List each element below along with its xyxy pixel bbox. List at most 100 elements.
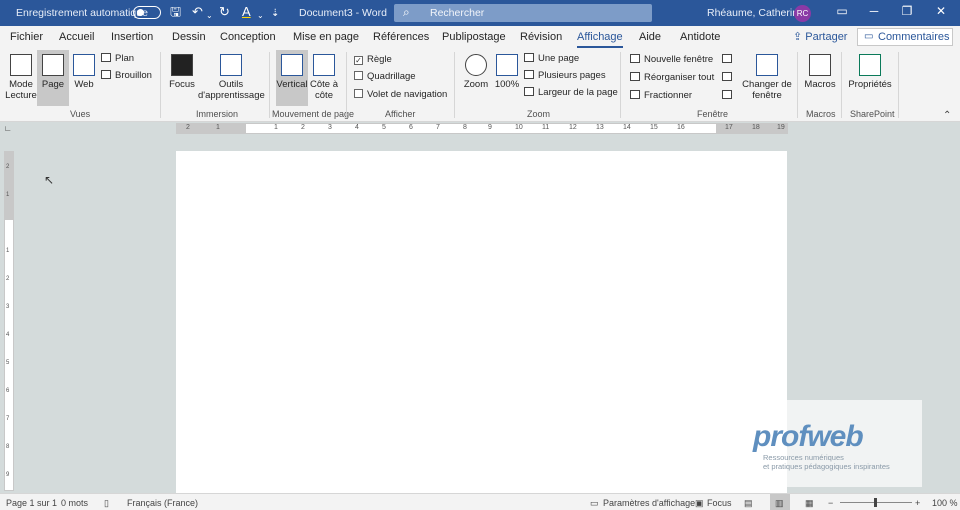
reset-window-icon[interactable] — [722, 90, 736, 101]
comments-button[interactable]: ▭ Commentaires — [857, 28, 953, 46]
regle-checkbox[interactable]: ✓ Règle — [354, 54, 392, 65]
restore-icon[interactable]: ❐ — [897, 4, 917, 18]
redo-icon[interactable]: ↻ — [219, 5, 230, 19]
tab-affichage[interactable]: Affichage — [577, 31, 623, 48]
ruler-tick: 2 — [301, 124, 305, 131]
tab-fichier[interactable]: Fichier — [10, 31, 43, 43]
word-count[interactable]: 0 mots — [61, 498, 88, 508]
horizontal-ruler[interactable]: 2 1 1 2 3 4 5 6 7 8 9 10 11 12 13 14 15 … — [176, 123, 788, 134]
tab-references[interactable]: Références — [373, 31, 429, 43]
vertical-ruler[interactable]: 2 1 1 2 3 4 5 6 7 8 9 — [4, 151, 14, 491]
plan-button[interactable]: Plan — [101, 53, 134, 64]
zoom-in-button[interactable]: + — [915, 498, 920, 508]
brouillon-button[interactable]: Brouillon — [101, 70, 152, 81]
undo-icon[interactable]: ↶ — [192, 5, 203, 19]
une-page-button[interactable]: Une page — [524, 53, 579, 64]
split-icon — [630, 90, 640, 99]
close-icon[interactable]: ✕ — [931, 4, 951, 18]
display-settings-button[interactable]: Paramètres d'affichage — [603, 498, 695, 508]
regle-label: Règle — [367, 54, 392, 65]
tab-antidote[interactable]: Antidote — [680, 31, 720, 43]
font-color-dropdown-icon[interactable]: ⌄ — [257, 9, 264, 23]
largeur-label: Largeur de la page — [538, 87, 618, 98]
volet-navigation-checkbox[interactable]: Volet de navigation — [354, 89, 447, 100]
ribbon: Mode Lecture Page Web Plan Brouillon Vue… — [0, 48, 960, 122]
ruler-tick: 2 — [6, 276, 10, 282]
save-icon[interactable]: 🖫 — [170, 5, 181, 19]
font-color-icon[interactable]: A — [242, 5, 251, 19]
web-layout-icon[interactable]: ▦ — [805, 498, 814, 509]
group-separator — [898, 52, 899, 118]
zoom-button[interactable]: Zoom — [461, 50, 491, 90]
quadrillage-label: Quadrillage — [367, 71, 416, 82]
changer-fenetre-button[interactable]: Changer de fenêtre — [742, 50, 792, 101]
tab-mise-en-page[interactable]: Mise en page — [293, 31, 359, 43]
tab-revision[interactable]: Révision — [520, 31, 562, 43]
page-icon — [42, 54, 64, 76]
tab-publipostage[interactable]: Publipostage — [442, 31, 506, 43]
arrange-all-icon — [630, 72, 640, 81]
ruler-tick: 5 — [382, 124, 386, 131]
focus-status-button[interactable]: Focus — [707, 498, 732, 508]
view-side-by-side-icon[interactable] — [722, 54, 736, 65]
switch-windows-icon — [756, 54, 778, 76]
search-placeholder: Rechercher — [430, 7, 485, 19]
ruler-tick: 17 — [725, 124, 733, 131]
macros-button[interactable]: Macros — [803, 50, 837, 90]
page-view-button[interactable]: Page — [37, 50, 69, 106]
tab-aide[interactable]: Aide — [639, 31, 661, 43]
share-label: Partager — [805, 31, 848, 43]
document-page[interactable] — [176, 151, 787, 493]
collapse-ribbon-icon[interactable]: ⌃ — [943, 110, 951, 121]
language-status[interactable]: Français (France) — [127, 498, 198, 508]
tab-selector-icon[interactable]: ∟ — [4, 124, 13, 133]
proprietes-button[interactable]: Propriétés — [847, 50, 893, 90]
fractionner-button[interactable]: Fractionner — [630, 90, 692, 101]
quadrillage-checkbox[interactable]: Quadrillage — [354, 71, 416, 82]
zoom-100-button[interactable]: 100% — [494, 50, 520, 90]
focus-button[interactable]: Focus — [167, 50, 197, 90]
search-box[interactable]: ⌕ Rechercher — [394, 4, 652, 22]
undo-dropdown-icon[interactable]: ⌄ — [206, 9, 213, 23]
minimize-icon[interactable]: ─ — [864, 4, 884, 18]
ruler-tick: 8 — [463, 124, 467, 131]
print-layout-icon[interactable]: ▥ — [770, 494, 790, 510]
user-name[interactable]: Rhéaume, Catherine — [707, 7, 804, 19]
new-window-icon — [630, 54, 640, 63]
web-view-button[interactable]: Web — [70, 50, 98, 90]
reorganiser-tout-button[interactable]: Réorganiser tout — [630, 72, 714, 83]
read-mode-icon[interactable]: ▤ — [744, 498, 753, 509]
tab-insertion[interactable]: Insertion — [111, 31, 153, 43]
autosave-toggle[interactable] — [133, 6, 161, 19]
group-label-mouvement: Mouvement de page — [272, 109, 355, 119]
sync-scrolling-icon[interactable] — [722, 72, 736, 83]
zoom-slider-knob[interactable] — [874, 498, 877, 507]
cote-a-cote-button[interactable]: Côte à côte — [309, 50, 339, 101]
proofing-icon[interactable]: ▯ — [104, 498, 109, 509]
ruler-tick: 12 — [569, 124, 577, 131]
group-separator — [454, 52, 455, 118]
tab-conception[interactable]: Conception — [220, 31, 276, 43]
brouillon-label: Brouillon — [115, 70, 152, 81]
zoom-level[interactable]: 100 % — [932, 498, 958, 508]
nouvelle-label: Nouvelle fenêtre — [644, 54, 714, 65]
display-settings-icon: ▭ — [590, 498, 599, 508]
outils-apprentissage-button[interactable]: Outils d'apprentissage — [198, 50, 265, 101]
vertical-button[interactable]: Vertical — [276, 50, 308, 106]
check-icon: ✓ — [354, 56, 363, 65]
largeur-page-button[interactable]: Largeur de la page — [524, 87, 618, 98]
side-by-side-icon — [313, 54, 335, 76]
nouvelle-fenetre-button[interactable]: Nouvelle fenêtre — [630, 54, 713, 65]
share-button[interactable]: ⇪ Partager — [793, 30, 847, 43]
zoom-out-button[interactable]: − — [828, 498, 833, 508]
customize-qat-icon[interactable]: ⇣ — [271, 7, 279, 21]
zoom-100-icon — [496, 54, 518, 76]
group-label-afficher: Afficher — [385, 109, 416, 119]
page-count[interactable]: Page 1 sur 1 — [6, 498, 57, 508]
tab-dessin[interactable]: Dessin — [172, 31, 206, 43]
ribbon-display-options-icon[interactable]: ▭ — [832, 4, 852, 18]
mode-lecture-button[interactable]: Mode Lecture — [4, 50, 38, 101]
plusieurs-pages-button[interactable]: Plusieurs pages — [524, 70, 606, 81]
tab-accueil[interactable]: Accueil — [59, 31, 94, 43]
avatar[interactable]: RC — [794, 5, 811, 22]
